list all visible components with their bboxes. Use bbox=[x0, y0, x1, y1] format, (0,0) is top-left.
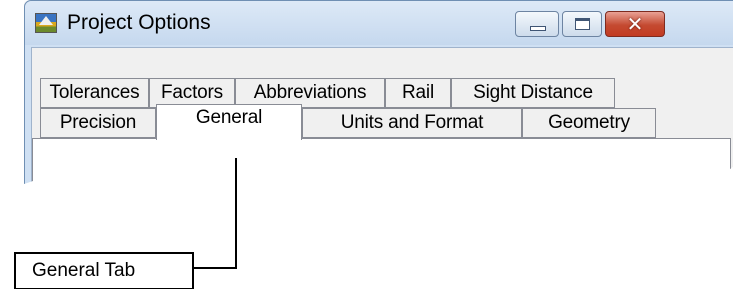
minimize-icon bbox=[530, 26, 546, 31]
app-icon bbox=[35, 13, 57, 33]
tab-precision[interactable]: Precision bbox=[40, 108, 156, 138]
close-button[interactable]: ✕ bbox=[605, 11, 665, 37]
maximize-icon bbox=[575, 18, 590, 30]
project-options-dialog: Project Options ✕ Tolerances Factors Abb… bbox=[24, 0, 733, 196]
window-fragment: Project Options ✕ Tolerances Factors Abb… bbox=[24, 0, 733, 196]
dialog-client-area: Tolerances Factors Abbreviations Rail Si… bbox=[31, 47, 733, 196]
tab-general[interactable]: General bbox=[156, 104, 302, 140]
tab-geometry[interactable]: Geometry bbox=[522, 108, 656, 138]
window-title: Project Options bbox=[67, 11, 211, 34]
title-bar[interactable]: Project Options ✕ bbox=[25, 1, 733, 45]
tab-tolerances[interactable]: Tolerances bbox=[40, 78, 149, 108]
tab-sight-distance[interactable]: Sight Distance bbox=[451, 78, 615, 108]
screenshot: Project Options ✕ Tolerances Factors Abb… bbox=[0, 0, 733, 289]
tab-content-panel bbox=[32, 138, 731, 196]
tab-rail[interactable]: Rail bbox=[385, 78, 451, 108]
close-icon: ✕ bbox=[626, 12, 644, 36]
tab-units-and-format[interactable]: Units and Format bbox=[302, 108, 522, 138]
callout-general-tab: General Tab bbox=[14, 252, 194, 289]
callout-leader-horizontal bbox=[194, 267, 237, 269]
minimize-button[interactable] bbox=[515, 11, 559, 37]
callout-leader-vertical bbox=[235, 158, 237, 269]
maximize-button[interactable] bbox=[562, 11, 602, 37]
